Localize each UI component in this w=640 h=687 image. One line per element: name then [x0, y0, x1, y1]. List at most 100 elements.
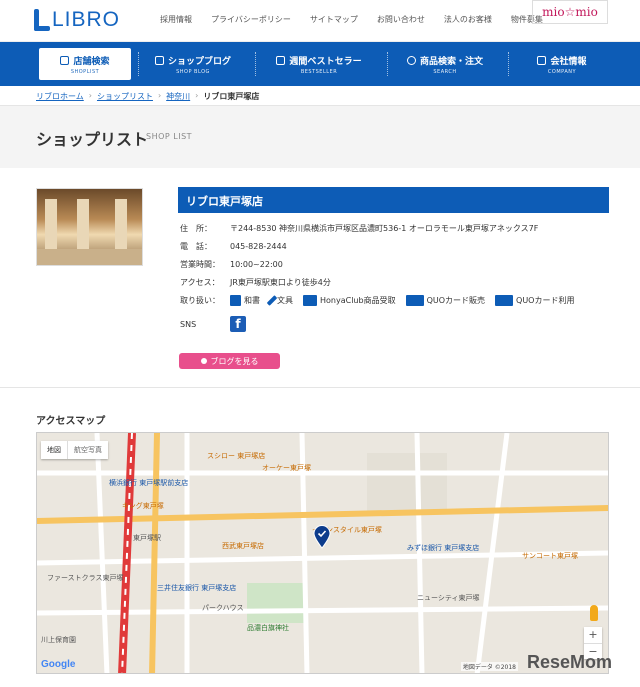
handling-books: 和書: [230, 295, 260, 306]
hours-row: 営業時間： 10:00~22:00: [180, 259, 283, 270]
top-link-sitemap[interactable]: サイトマップ: [310, 14, 358, 25]
page-title-en: SHOP LIST: [146, 132, 193, 141]
top-link-corporate[interactable]: 法人のお客様: [444, 14, 492, 25]
handling-honyaclub-label: HonyaClub商品受取: [320, 296, 396, 305]
map-label: 川上保育園: [41, 636, 76, 644]
handling-label: 取り扱い：: [180, 296, 220, 305]
google-map[interactable]: 地図 航空写真 スシロー 東戸塚店 オーケー東戸塚 横浜銀行 東戸塚駅前支店 キ…: [36, 432, 609, 674]
store-name: リブロ東戸塚店: [178, 187, 609, 213]
handling-quo-use: QUOカード利用: [495, 295, 574, 306]
handling-quo-sell: QUOカード販売: [405, 295, 486, 306]
nav-shoplist[interactable]: 店舗検索 SHOPLIST: [39, 48, 131, 80]
map-label: ニューシティ東戸塚: [417, 594, 480, 602]
handling-quo-sell-label: QUOカード販売: [426, 296, 486, 305]
google-logo: Google: [41, 659, 76, 670]
top-link-recruit[interactable]: 採用情報: [160, 14, 192, 25]
blog-button-label: ブログを見る: [210, 356, 259, 366]
map-tab-satellite[interactable]: 航空写真: [67, 441, 108, 459]
address-label: 住 所：: [180, 224, 212, 233]
miomio-banner[interactable]: mio☆mio: [532, 0, 608, 24]
breadcrumb-current: リブロ東戸塚店: [203, 92, 260, 101]
gear-icon: [200, 358, 207, 364]
libro-logo[interactable]: LIBRO: [34, 8, 120, 32]
facebook-icon[interactable]: f: [230, 316, 246, 332]
nav-company-label: 会社情報: [550, 56, 587, 67]
access-map-title: アクセスマップ: [36, 416, 106, 427]
nav-shoplist-label: 店舗検索: [73, 56, 110, 67]
chevron-right-icon: ›: [195, 91, 199, 100]
map-pin-icon[interactable]: [313, 525, 331, 549]
nav-shopblog[interactable]: ショップブログ SHOP BLOG: [140, 42, 246, 86]
sns-row: SNS f: [180, 316, 246, 332]
nav-bestseller-sub: BESTSELLER: [300, 68, 338, 75]
nav-search[interactable]: 商品検索・注文 SEARCH: [390, 42, 500, 86]
quo-card-icon: [405, 295, 424, 306]
handling-quo-use-label: QUOカード利用: [516, 296, 575, 305]
nav-shoplist-sub: SHOPLIST: [70, 68, 100, 75]
map-label: みずほ銀行 東戸塚支店: [407, 544, 480, 552]
map-label: ファーストクラス東戸塚: [47, 574, 124, 582]
handling-books-label: 和書: [244, 296, 260, 305]
map-label: 品濃白旗神社: [247, 624, 289, 632]
nav-company[interactable]: 会社情報 COMPANY: [512, 42, 612, 86]
store-photo: [36, 188, 143, 266]
address-value: 〒244-8530 神奈川県横浜市戸塚区品濃町536-1 オーロラモール東戸塚ア…: [230, 224, 539, 233]
handling-row: 取り扱い： 和書 文具 HonyaClub商品受取 QUOカード販売 QUOカー…: [180, 295, 584, 306]
nav-bestseller[interactable]: 週間ベストセラー BESTSELLER: [258, 42, 380, 86]
page-title: ショップリスト: [36, 130, 149, 149]
nav-search-label: 商品検索・注文: [419, 56, 483, 67]
map-label: サンコート東戸塚: [522, 552, 578, 560]
home-icon: [60, 55, 70, 65]
honyaclub-icon: [303, 295, 317, 306]
top-link-privacy[interactable]: プライバシーポリシー: [211, 14, 291, 25]
book-icon: [276, 55, 286, 65]
top-links: 採用情報 プライバシーポリシー サイトマップ お問い合わせ 法人のお客様 物件募…: [160, 14, 562, 25]
building-icon: [537, 55, 547, 65]
breadcrumb-kanagawa[interactable]: 神奈川: [166, 91, 190, 102]
page-title-area: ショップリスト SHOP LIST: [0, 106, 640, 168]
quo-card-icon: [495, 295, 514, 306]
store-photo-detail: [37, 249, 142, 265]
map-tab-map[interactable]: 地図: [41, 441, 67, 459]
divider: [0, 387, 640, 388]
nav-divider: [255, 52, 256, 76]
map-label: 東戸塚駅: [133, 534, 161, 542]
nav-shopblog-sub: SHOP BLOG: [176, 68, 210, 75]
book-icon: [230, 295, 241, 306]
chevron-right-icon: ›: [157, 91, 162, 100]
access-row: アクセス： JR東戸塚駅東口より徒歩4分: [180, 277, 331, 288]
nav-shopblog-label: ショップブログ: [167, 56, 231, 67]
access-value: JR東戸塚駅東口より徒歩4分: [230, 278, 331, 287]
map-data-attribution[interactable]: 地図データ ©2018: [460, 662, 518, 671]
map-type-tabs: 地図 航空写真: [41, 441, 108, 459]
nav-divider: [508, 52, 509, 76]
pencil-icon: [154, 55, 164, 65]
map-label: スシロー 東戸塚店: [207, 452, 266, 460]
tel-value: 045-828-2444: [230, 242, 287, 251]
nav-company-sub: COMPANY: [547, 68, 577, 75]
street-view-icon[interactable]: [590, 605, 598, 621]
sns-label: SNS: [180, 319, 197, 329]
map-label: 三井住友銀行 東戸塚支店: [157, 584, 237, 592]
breadcrumb-home[interactable]: リブロホーム: [36, 91, 84, 102]
zoom-in-button[interactable]: +: [584, 627, 602, 643]
hours-value: 10:00~22:00: [230, 260, 283, 269]
nav-divider: [138, 52, 139, 76]
handling-stationery: 文具: [266, 295, 293, 306]
nav-search-sub: SEARCH: [433, 68, 457, 75]
top-bar: LIBRO 採用情報 プライバシーポリシー サイトマップ お問い合わせ 法人のお…: [0, 0, 640, 42]
chevron-right-icon: ›: [88, 91, 92, 100]
access-label: アクセス：: [180, 278, 220, 287]
blog-button[interactable]: ブログを見る: [179, 353, 280, 369]
logo-text: LIBRO: [52, 8, 121, 31]
map-label: オーケー東戸塚: [262, 464, 311, 472]
handling-stationery-label: 文具: [277, 296, 293, 305]
nav-bestseller-label: 週間ベストセラー: [289, 56, 362, 67]
breadcrumb: リブロホーム › ショップリスト › 神奈川 › リブロ東戸塚店: [36, 91, 259, 102]
pencil-icon: [266, 295, 278, 306]
map-label: 横浜銀行 東戸塚駅前支店: [109, 479, 189, 487]
map-label: キング東戸塚: [122, 502, 164, 510]
search-icon: [406, 55, 416, 65]
top-link-contact[interactable]: お問い合わせ: [377, 14, 425, 25]
breadcrumb-shoplist[interactable]: ショップリスト: [97, 91, 153, 102]
